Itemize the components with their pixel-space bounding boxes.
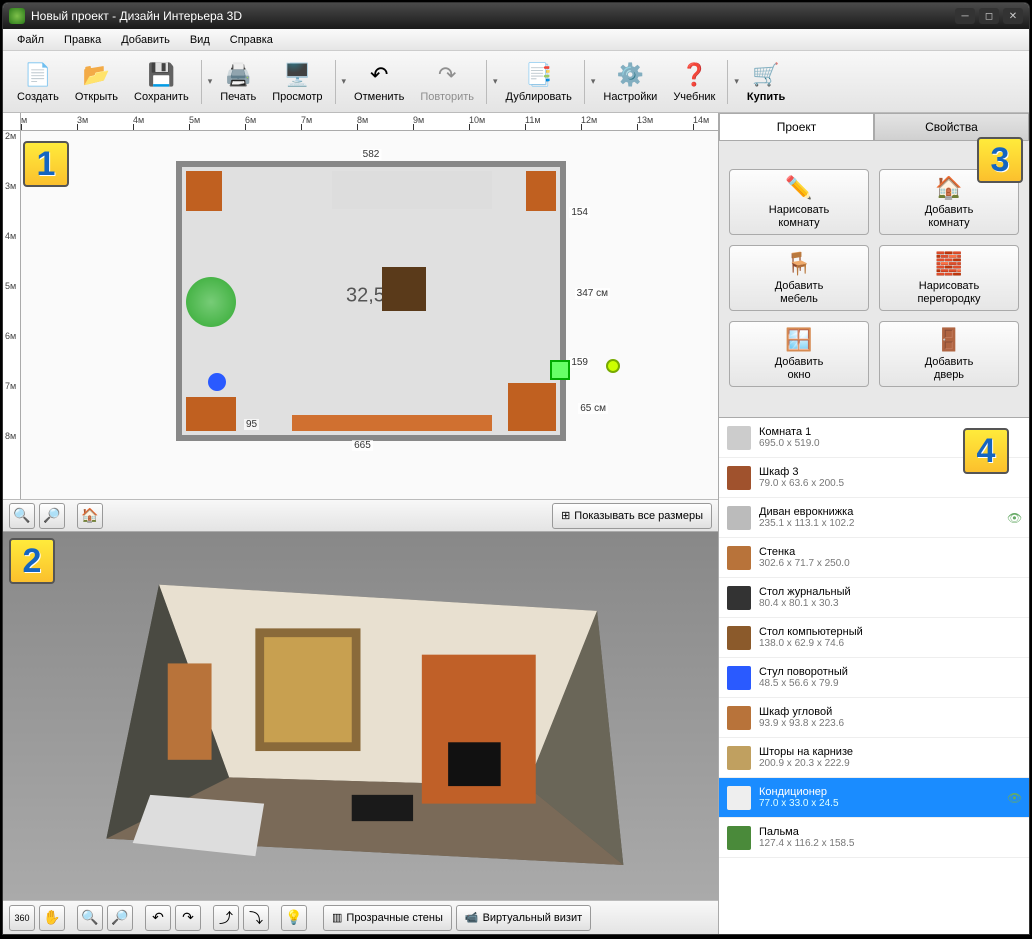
annotation-badge-2: 2 [9, 538, 55, 584]
toolbar-Сохранить[interactable]: 💾Сохранить [126, 57, 197, 107]
action-Добавить-окно[interactable]: 🪟Добавитьокно [729, 321, 869, 387]
toolbar-Просмотр[interactable]: 🖥️Просмотр [264, 57, 330, 107]
annotation-badge-1: 1 [23, 141, 69, 187]
floor-plan-canvas[interactable]: 1 582 347 см 154 665 65 см 159 95 489 32… [21, 131, 718, 499]
menu-Правка[interactable]: Правка [54, 31, 111, 49]
view-down-button[interactable]: ⤵ [243, 905, 269, 931]
transparent-walls-button[interactable]: ▥Прозрачные стены [323, 905, 452, 931]
ruler-vertical: 2м3м4м5м6м7м8м [3, 131, 21, 499]
3d-view-canvas[interactable]: 2 [3, 531, 718, 900]
action-Нарисовать-перегородку[interactable]: 🧱Нарисоватьперегородку [879, 245, 1019, 311]
maximize-button[interactable]: ◻ [979, 8, 999, 24]
annotation-badge-3: 3 [977, 137, 1023, 183]
zoom-in-button[interactable]: 🔎 [39, 503, 65, 529]
object-item[interactable]: Стенка302.6 x 71.7 x 250.0 [719, 538, 1029, 578]
rotate-left-button[interactable]: ↶ [145, 905, 171, 931]
toolbar-Создать[interactable]: 📄Создать [9, 57, 67, 107]
menu-Добавить[interactable]: Добавить [111, 31, 180, 49]
menubar: ФайлПравкаДобавитьВидСправка [3, 29, 1029, 51]
furniture-item[interactable] [186, 277, 236, 327]
action-Нарисовать-комнату[interactable]: ✏️Нарисоватькомнату [729, 169, 869, 235]
menu-Файл[interactable]: Файл [7, 31, 54, 49]
tab-project[interactable]: Проект [719, 113, 874, 140]
menu-Вид[interactable]: Вид [180, 31, 220, 49]
zoom-out-button[interactable]: 🔍 [9, 503, 35, 529]
toolbar-Печать[interactable]: 🖨️Печать [212, 57, 264, 107]
object-item[interactable]: Пальма127.4 x 116.2 x 158.5 [719, 818, 1029, 858]
plan-controls: 🔍 🔎 🏠 ⊞Показывать все размеры [3, 499, 718, 531]
toolbar-Учебник[interactable]: ❓Учебник [665, 57, 723, 107]
toolbar-Дублировать[interactable]: 📑Дублировать [498, 57, 580, 107]
toolbar-Открыть[interactable]: 📂Открыть [67, 57, 126, 107]
app-icon [9, 8, 25, 24]
object-item[interactable]: Стул поворотный48.5 x 56.6 x 79.9 [719, 658, 1029, 698]
toolbar-Повторить[interactable]: ↷Повторить [412, 57, 482, 107]
furniture-item[interactable] [186, 171, 222, 211]
toolbar-Отменить[interactable]: ↶Отменить [346, 57, 412, 107]
object-item[interactable]: Стол компьютерный138.0 x 62.9 x 74.6 [719, 618, 1029, 658]
action-Добавить-дверь[interactable]: 🚪Добавитьдверь [879, 321, 1019, 387]
window-title: Новый проект - Дизайн Интерьера 3D [31, 9, 242, 23]
rotate-right-button[interactable]: ↷ [175, 905, 201, 931]
titlebar: Новый проект - Дизайн Интерьера 3D ─ ◻ ✕ [3, 3, 1029, 29]
room-outline[interactable]: 582 347 см 154 665 65 см 159 95 489 32,5… [176, 161, 566, 441]
furniture-item[interactable] [332, 171, 492, 209]
zoom-in-3d-button[interactable]: 🔎 [107, 905, 133, 931]
furniture-item[interactable] [208, 373, 226, 391]
view-up-button[interactable]: ⤴ [213, 905, 239, 931]
object-item[interactable]: Стол журнальный80.4 x 80.1 x 30.3 [719, 578, 1029, 618]
object-item[interactable]: Кондиционер77.0 x 33.0 x 24.5👁 [719, 778, 1029, 818]
toolbar-Настройки[interactable]: ⚙️Настройки [595, 57, 665, 107]
home-button[interactable]: 🏠 [77, 503, 103, 529]
object-item[interactable]: Шторы на карнизе200.9 x 20.3 x 222.9 [719, 738, 1029, 778]
selected-item-handle[interactable] [550, 360, 570, 380]
object-item[interactable]: Диван еврокнижка235.1 x 113.1 x 102.2👁 [719, 498, 1029, 538]
object-item[interactable]: Шкаф угловой93.9 x 93.8 x 223.6 [719, 698, 1029, 738]
light-button[interactable]: 💡 [281, 905, 307, 931]
menu-Справка[interactable]: Справка [220, 31, 283, 49]
furniture-item[interactable] [508, 383, 556, 431]
furniture-item[interactable] [382, 267, 426, 311]
toolbar-Купить[interactable]: 🛒Купить [739, 57, 793, 107]
3d-controls: 360 ✋ 🔍 🔎 ↶ ↷ ⤴ ⤵ 💡 ▥Прозрачные стены 📹В… [3, 900, 718, 934]
minimize-button[interactable]: ─ [955, 8, 975, 24]
virtual-visit-button[interactable]: 📹Виртуальный визит [456, 905, 591, 931]
object-list[interactable]: 4 Комната 1695.0 x 519.0Шкаф 379.0 x 63.… [719, 417, 1029, 934]
furniture-item[interactable] [186, 397, 236, 431]
annotation-badge-4: 4 [963, 428, 1009, 474]
furniture-item[interactable] [292, 415, 492, 431]
close-button[interactable]: ✕ [1003, 8, 1023, 24]
rotate360-button[interactable]: 360 [9, 905, 35, 931]
action-Добавить-мебель[interactable]: 🪑Добавитьмебель [729, 245, 869, 311]
show-dimensions-button[interactable]: ⊞Показывать все размеры [552, 503, 712, 529]
pan-button[interactable]: ✋ [39, 905, 65, 931]
tab-properties[interactable]: Свойства [874, 113, 1029, 140]
zoom-out-3d-button[interactable]: 🔍 [77, 905, 103, 931]
rotation-handle[interactable] [606, 359, 620, 373]
toolbar: 📄Создать📂Открыть💾Сохранить▾🖨️Печать🖥️Про… [3, 51, 1029, 113]
ruler-horizontal: м3м4м5м6м7м8м9м10м11м12м13м14м [21, 113, 718, 131]
furniture-item[interactable] [526, 171, 556, 211]
